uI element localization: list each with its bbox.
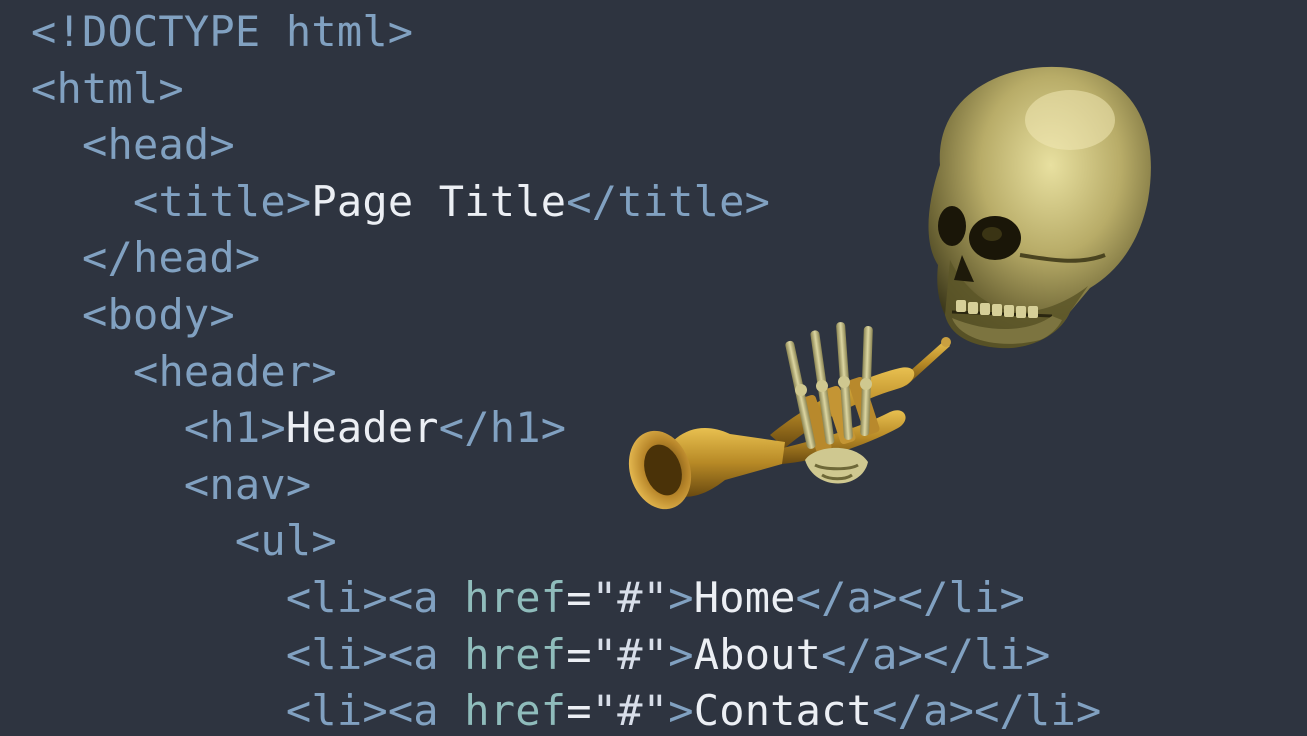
a-li-close-tag: </a></li> (872, 686, 1102, 736)
li-a-open-tag: <li><a (285, 629, 439, 679)
tag-bracket: > (668, 572, 694, 622)
header-open-tag: <header> (132, 346, 337, 396)
link-text-contact: Contact (693, 686, 873, 736)
body-open-tag: <body> (81, 289, 235, 339)
href-value: "#" (591, 629, 669, 679)
li-a-open-tag: <li><a (285, 572, 439, 622)
title-text: Page Title (311, 176, 567, 226)
link-text-about: About (693, 629, 822, 679)
title-open-tag: <title> (132, 176, 312, 226)
equals-sign: = (566, 629, 592, 679)
href-value: "#" (591, 572, 669, 622)
href-value: "#" (591, 686, 669, 736)
code-line-13: <li><a href="#">Contact</a></li> (31, 683, 1102, 736)
doctype-tag: <!DOCTYPE html> (31, 7, 414, 56)
head-close-tag: </head> (81, 233, 261, 283)
a-li-close-tag: </a></li> (821, 629, 1051, 679)
h1-open-tag: <h1> (183, 403, 286, 453)
html-open-tag: <html> (31, 63, 184, 113)
h1-close-tag: </h1> (438, 403, 567, 453)
li-a-open-tag: <li><a (285, 686, 439, 736)
head-open-tag: <head> (81, 120, 235, 170)
ul-open-tag: <ul> (234, 516, 337, 566)
code-line-11: <li><a href="#">Home</a></li> (31, 570, 1102, 627)
href-attribute: href (464, 629, 567, 679)
href-attribute: href (464, 572, 567, 622)
link-text-home: Home (693, 572, 796, 622)
trumpet-skeleton-icon (628, 66, 1151, 510)
code-line-12: <li><a href="#">About</a></li> (31, 627, 1102, 684)
a-li-close-tag: </a></li> (795, 572, 1026, 622)
skull-icon (928, 66, 1151, 349)
href-attribute: href (464, 686, 567, 736)
trumpet-icon (628, 337, 951, 510)
equals-sign: = (566, 572, 592, 622)
tag-bracket: > (668, 629, 694, 679)
h1-text: Header (285, 403, 439, 453)
tag-bracket: > (668, 686, 694, 736)
nav-open-tag: <nav> (183, 459, 312, 509)
code-editor: <!DOCTYPE html> <html> <head> <title>Page… (0, 0, 1307, 736)
equals-sign: = (566, 686, 592, 736)
